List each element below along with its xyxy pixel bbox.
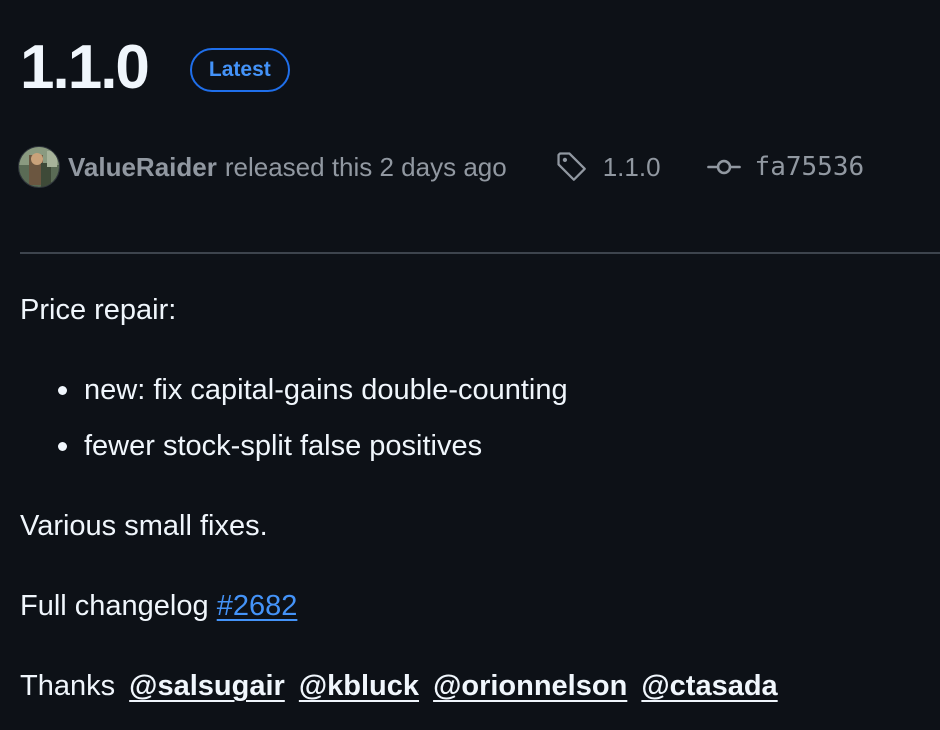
mention-link[interactable]: @salsugair [129,670,285,702]
release-title[interactable]: 1.1.0 [20,28,150,108]
list-item: new: fix capital-gains double-counting [20,368,568,424]
release-page: 1.1.0 Latest ValueRaider released this 2… [0,0,940,730]
mention-link[interactable]: @kbluck [299,670,419,702]
tag-link[interactable]: 1.1.0 [555,150,661,184]
bullet-icon [58,442,67,451]
avatar[interactable] [18,146,60,188]
avatar-image [19,147,59,187]
notes-various: Various small fixes. [20,510,268,542]
latest-badge: Latest [189,48,290,92]
released-text: released this 2 days ago [224,151,507,182]
notes-list: new: fix capital-gains double-counting f… [20,368,568,480]
mention-link[interactable]: @ctasada [641,670,777,702]
list-item-text: new: fix capital-gains double-counting [84,374,568,406]
mention-link[interactable]: @orionnelson [433,670,627,702]
tag-icon [557,152,586,181]
thanks-label: Thanks [20,670,116,702]
list-item-text: fewer stock-split false positives [84,430,483,462]
thanks-line: Thanks @salsugair @kbluck @orionnelson @… [20,664,778,708]
notes-heading: Price repair: [20,294,177,326]
git-commit-icon [706,159,741,175]
changelog-line: Full changelog #2682 [20,584,297,628]
release-meta: ValueRaider released this 2 days ago 1.1… [18,145,864,189]
commit-link[interactable]: fa75536 [706,150,865,184]
release-header: 1.1.0 Latest [20,28,290,108]
divider [20,252,940,254]
tag-label: 1.1.0 [602,151,661,182]
bullet-icon [58,386,67,395]
changelog-label: Full changelog [20,590,209,622]
author-link[interactable]: ValueRaider [68,152,217,183]
list-item: fewer stock-split false positives [20,424,568,480]
changelog-issue-link[interactable]: #2682 [217,590,298,622]
commit-sha: fa75536 [754,152,865,182]
